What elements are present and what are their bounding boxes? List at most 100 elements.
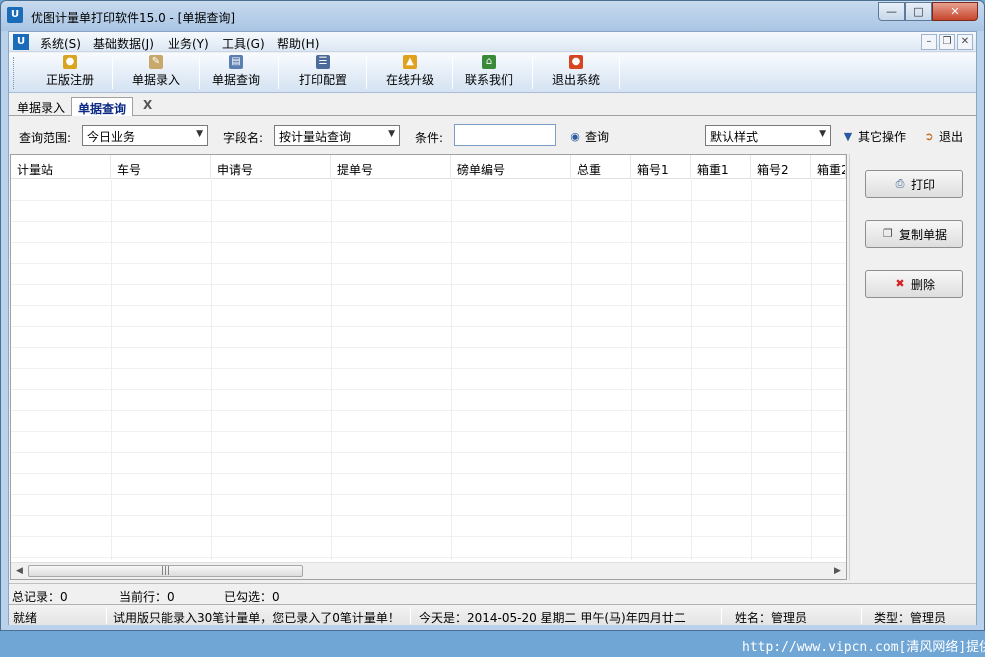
column-divider	[211, 180, 212, 560]
menu-system[interactable]: 系统(S)	[40, 35, 81, 52]
other-ops-button[interactable]: ▼ 其它操作	[841, 128, 906, 145]
copy-button[interactable]: ❐ 复制单据	[865, 220, 963, 248]
upgrade-label: 在线升级	[385, 73, 434, 87]
toolbar-separator	[452, 57, 453, 89]
status-separator	[861, 607, 862, 624]
results-grid[interactable]: 计量站 车号 申请号 提单号 磅单编号 总重 箱号1 箱重1 箱号2 箱重2 ◀…	[10, 154, 847, 580]
column-header[interactable]: 计量站	[11, 155, 111, 179]
printer-icon: ⎙	[895, 177, 905, 190]
column-divider	[111, 180, 112, 560]
tab-query[interactable]: 单据查询	[71, 97, 134, 116]
column-header[interactable]: 箱号1	[631, 155, 691, 179]
column-divider	[331, 180, 332, 560]
toolbar-separator	[278, 57, 279, 89]
delete-button[interactable]: ✖ 删除	[865, 270, 963, 298]
column-divider	[691, 180, 692, 560]
status-user: 姓名：管理员	[735, 611, 808, 625]
menu-help[interactable]: 帮助(H)	[277, 35, 319, 52]
window-controls: — □ ✕	[878, 2, 978, 21]
grid-body[interactable]	[11, 180, 846, 560]
style-select[interactable]: 默认样式 ▼	[705, 125, 831, 146]
column-header[interactable]: 车号	[111, 155, 211, 179]
title-bar[interactable]: U 优图计量单打印软件15.0 - [单据查询] — □ ✕	[1, 1, 984, 31]
chevron-down-icon: ▼	[819, 129, 826, 139]
print-button[interactable]: ⎙ 打印	[865, 170, 963, 198]
column-divider	[571, 180, 572, 560]
mdi-minimize-button[interactable]: –	[921, 34, 937, 50]
close-button[interactable]: ✕	[932, 2, 978, 21]
column-header[interactable]: 提单号	[331, 155, 451, 179]
client-area: U 系统(S) 基础数据(J) 业务(Y) 工具(G) 帮助(H) – ❐ ✕ …	[8, 31, 977, 625]
upgrade-button[interactable]: ▲ 在线升级	[377, 55, 443, 91]
contact-button[interactable]: ⌂ 联系我们	[456, 55, 522, 91]
column-header[interactable]: 箱号2	[751, 155, 811, 179]
column-divider	[811, 180, 812, 560]
mdi-restore-button[interactable]: ❐	[939, 34, 955, 50]
grid-header: 计量站 车号 申请号 提单号 磅单编号 总重 箱号1 箱重1 箱号2 箱重2	[11, 155, 846, 179]
scroll-thumb[interactable]: |||	[28, 565, 303, 577]
condition-input[interactable]	[454, 124, 556, 146]
mdi-controls: – ❐ ✕	[921, 34, 973, 50]
column-header[interactable]: 申请号	[211, 155, 331, 179]
column-header[interactable]: 磅单编号	[451, 155, 571, 179]
query-label: 单据查询	[211, 73, 260, 87]
print-config-button[interactable]: ☰ 打印配置	[290, 55, 356, 91]
toolbar-grip[interactable]	[13, 57, 16, 89]
tab-entry[interactable]: 单据录入	[11, 97, 71, 116]
scroll-left-icon[interactable]: ◀	[11, 563, 28, 579]
field-select[interactable]: 按计量站查询 ▼	[274, 125, 400, 146]
minimize-button[interactable]: —	[878, 2, 905, 21]
summary-bar: 总记录：0 当前行：0 已勾选：0	[9, 583, 976, 604]
register-label: 正版注册	[45, 73, 94, 87]
status-separator	[721, 607, 722, 624]
column-divider	[451, 180, 452, 560]
status-message: 试用版只能录入30笔计量单，您已录入了0笔计量单！	[113, 611, 400, 625]
document-search-icon: ▤	[229, 55, 243, 69]
status-state: 就绪	[13, 611, 38, 625]
exit-label: 退出	[939, 130, 964, 144]
column-header[interactable]: 箱重1	[691, 155, 751, 179]
exit-system-label: 退出系统	[551, 73, 600, 87]
exit-system-button[interactable]: ● 退出系统	[543, 55, 609, 91]
entry-button[interactable]: ✎ 单据录入	[123, 55, 189, 91]
toolbar-separator	[366, 57, 367, 89]
action-panel: ⎙ 打印 ❐ 复制单据 ✖ 删除	[849, 154, 976, 580]
mdi-close-button[interactable]: ✕	[957, 34, 973, 50]
upgrade-icon: ▲	[403, 55, 417, 69]
style-value: 默认样式	[710, 130, 759, 144]
lock-icon: ●	[63, 55, 77, 69]
toolbar-separator	[112, 57, 113, 89]
scroll-right-icon[interactable]: ▶	[829, 563, 846, 579]
menu-business[interactable]: 业务(Y)	[168, 35, 209, 52]
toolbar-separator	[619, 57, 620, 89]
field-value: 按计量站查询	[279, 130, 352, 144]
other-ops-label: 其它操作	[858, 130, 907, 144]
horizontal-scrollbar[interactable]: ◀ ||| ▶	[11, 562, 846, 579]
toolbar-separator	[199, 57, 200, 89]
field-label: 字段名:	[223, 131, 264, 145]
total-records: 总记录：0	[12, 590, 68, 604]
tab-close-icon[interactable]: X	[143, 98, 152, 112]
status-separator	[106, 607, 107, 624]
condition-label: 条件:	[415, 131, 444, 145]
search-button[interactable]: ◉ 查询	[568, 128, 609, 145]
column-header[interactable]: 总重	[571, 155, 631, 179]
range-select[interactable]: 今日业务 ▼	[82, 125, 208, 146]
watermark-text: http://www.vipcn.com[清风网络]提供	[742, 640, 985, 655]
maximize-button[interactable]: □	[905, 2, 932, 21]
edit-icon: ✎	[149, 55, 163, 69]
delete-x-icon: ✖	[895, 277, 905, 290]
chevron-down-icon: ▼	[388, 129, 395, 139]
menu-tools[interactable]: 工具(G)	[222, 35, 265, 52]
menu-base-data[interactable]: 基础数据(J)	[93, 35, 154, 52]
query-button[interactable]: ▤ 单据查询	[203, 55, 269, 91]
exit-button[interactable]: ➲ 退出	[922, 128, 963, 145]
main-toolbar: ● 正版注册 ✎ 单据录入 ▤ 单据查询 ☰ 打印配置 ▲ 在线升级 ⌂ 联系我…	[9, 53, 976, 93]
column-header[interactable]: 箱重2	[811, 155, 846, 179]
status-type: 类型：管理员	[874, 611, 947, 625]
status-separator	[410, 607, 411, 624]
search-label: 查询	[585, 130, 610, 144]
print-config-icon: ☰	[316, 55, 330, 69]
register-button[interactable]: ● 正版注册	[37, 55, 103, 91]
home-icon: ⌂	[482, 55, 496, 69]
